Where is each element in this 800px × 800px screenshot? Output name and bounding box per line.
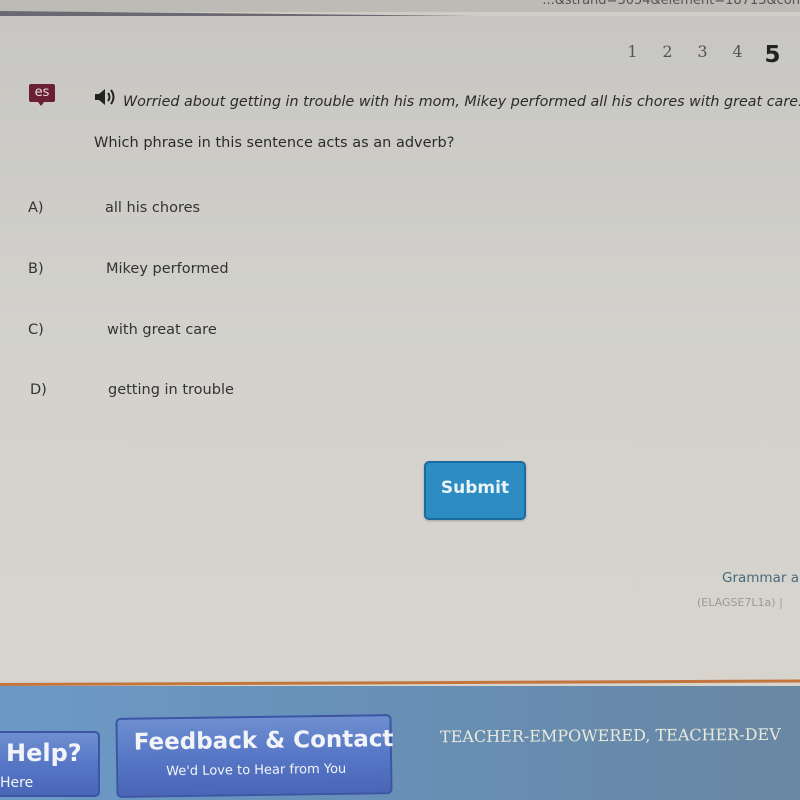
feedback-title: Feedback & Contact	[133, 726, 394, 756]
page-link-4[interactable]: 4	[720, 42, 755, 68]
question-prompt: Which phrase in this sentence acts as an…	[94, 135, 455, 151]
choice-letter: D)	[30, 382, 47, 398]
answer-choice-d[interactable]: D) getting in trouble	[0, 382, 400, 412]
question-sentence: Worried about getting in trouble with hi…	[123, 94, 800, 110]
address-bar[interactable]: ...&strand=3054&element=18713&con	[0, 0, 800, 12]
help-button[interactable]: Help? Here	[0, 731, 100, 797]
page-link-current[interactable]: 5	[755, 42, 790, 68]
speaker-icon[interactable]	[94, 88, 120, 106]
question-pager: 1 2 3 4 5	[615, 42, 790, 68]
standard-link[interactable]: Grammar a	[722, 570, 799, 586]
choice-letter: C)	[28, 322, 44, 338]
url-text: ...&strand=3054&element=18713&con	[542, 0, 800, 8]
feedback-subtitle: We'd Love to Hear from You	[166, 761, 347, 780]
help-subtitle: Here	[0, 775, 34, 791]
answer-choice-c[interactable]: C) with great care	[0, 322, 400, 352]
choice-text: with great care	[107, 322, 217, 338]
choice-letter: A)	[28, 200, 44, 216]
choice-letter: B)	[28, 261, 44, 277]
submit-button[interactable]: Submit	[424, 461, 526, 520]
answer-choice-b[interactable]: B) Mikey performed	[0, 261, 400, 291]
page-link-2[interactable]: 2	[650, 42, 685, 68]
page-link-3[interactable]: 3	[685, 42, 720, 68]
page-link-1[interactable]: 1	[615, 42, 650, 68]
feedback-contact-button[interactable]: Feedback & Contact We'd Love to Hear fro…	[115, 714, 394, 798]
choice-text: Mikey performed	[106, 261, 229, 277]
answer-choice-a[interactable]: A) all his chores	[0, 200, 400, 230]
spanish-translate-button[interactable]: es	[29, 84, 55, 106]
footer-tagline: TEACHER-EMPOWERED, TEACHER-DEV	[439, 724, 781, 747]
choice-text: all his chores	[105, 200, 201, 216]
choice-text: getting in trouble	[108, 382, 234, 398]
standard-code: (ELAGSE7L1a) |	[697, 596, 783, 609]
help-title: Help?	[6, 739, 82, 767]
site-footer: Help? Here Feedback & Contact We'd Love …	[0, 686, 800, 800]
